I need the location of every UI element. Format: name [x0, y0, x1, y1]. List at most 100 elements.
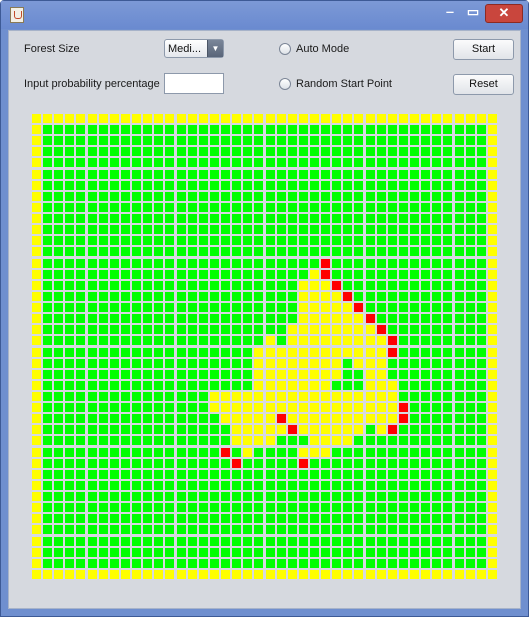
burnt-cell: [366, 348, 375, 357]
tree-cell: [299, 192, 308, 201]
tree-cell: [310, 192, 319, 201]
tree-cell: [310, 503, 319, 512]
tree-cell: [466, 359, 475, 368]
tree-cell: [266, 548, 275, 557]
tree-cell: [65, 436, 74, 445]
tree-cell: [477, 370, 486, 379]
reset-button[interactable]: Reset: [453, 74, 514, 95]
burnt-cell: [421, 570, 430, 579]
burning-cell: [354, 303, 363, 312]
tree-cell: [410, 348, 419, 357]
tree-cell: [188, 214, 197, 223]
tree-cell: [432, 236, 441, 245]
tree-cell: [121, 247, 130, 256]
tree-cell: [221, 381, 230, 390]
tree-cell: [410, 270, 419, 279]
burnt-cell: [232, 414, 241, 423]
tree-cell: [76, 559, 85, 568]
tree-cell: [199, 336, 208, 345]
tree-cell: [321, 192, 330, 201]
tree-cell: [76, 125, 85, 134]
tree-cell: [399, 492, 408, 501]
burnt-cell: [388, 381, 397, 390]
tree-cell: [43, 303, 52, 312]
tree-cell: [421, 548, 430, 557]
tree-cell: [466, 181, 475, 190]
title-bar[interactable]: ‒ ▭ ✕: [1, 1, 528, 29]
tree-cell: [299, 259, 308, 268]
tree-cell: [99, 370, 108, 379]
maximize-button[interactable]: ▭: [462, 3, 484, 23]
burnt-cell: [488, 359, 497, 368]
tree-cell: [43, 181, 52, 190]
tree-cell: [88, 336, 97, 345]
minimize-button[interactable]: ‒: [439, 3, 461, 23]
tree-cell: [143, 170, 152, 179]
start-button[interactable]: Start: [453, 39, 514, 60]
tree-cell: [288, 214, 297, 223]
tree-cell: [110, 247, 119, 256]
auto-mode-radio[interactable]: [279, 43, 291, 55]
tree-cell: [243, 181, 252, 190]
tree-cell: [288, 247, 297, 256]
tree-cell: [366, 470, 375, 479]
burnt-cell: [165, 114, 174, 123]
tree-cell: [188, 448, 197, 457]
tree-cell: [277, 503, 286, 512]
tree-cell: [210, 370, 219, 379]
tree-cell: [154, 359, 163, 368]
tree-cell: [288, 314, 297, 323]
tree-cell: [199, 392, 208, 401]
tree-cell: [254, 525, 263, 534]
tree-cell: [388, 548, 397, 557]
burnt-cell: [488, 147, 497, 156]
tree-cell: [366, 559, 375, 568]
java-app-icon: [10, 7, 24, 23]
probability-input[interactable]: [164, 73, 224, 94]
tree-cell: [188, 537, 197, 546]
tree-cell: [154, 214, 163, 223]
forest-size-dropdown[interactable]: Medi... ▼: [164, 39, 224, 58]
burnt-cell: [254, 114, 263, 123]
tree-cell: [110, 181, 119, 190]
burnt-cell: [488, 270, 497, 279]
tree-cell: [165, 403, 174, 412]
tree-cell: [88, 514, 97, 523]
tree-cell: [65, 259, 74, 268]
tree-cell: [243, 203, 252, 212]
tree-cell: [432, 537, 441, 546]
tree-cell: [99, 481, 108, 490]
tree-cell: [88, 303, 97, 312]
tree-cell: [466, 281, 475, 290]
burnt-cell: [277, 359, 286, 368]
tree-cell: [165, 158, 174, 167]
tree-cell: [343, 158, 352, 167]
tree-cell: [332, 481, 341, 490]
burnt-cell: [254, 436, 263, 445]
tree-cell: [88, 425, 97, 434]
chevron-down-icon[interactable]: ▼: [207, 40, 223, 57]
close-button[interactable]: ✕: [485, 4, 523, 23]
tree-cell: [154, 370, 163, 379]
tree-cell: [121, 359, 130, 368]
tree-cell: [88, 548, 97, 557]
tree-cell: [366, 281, 375, 290]
tree-cell: [243, 192, 252, 201]
burnt-cell: [399, 570, 408, 579]
tree-cell: [132, 436, 141, 445]
tree-cell: [266, 525, 275, 534]
burnt-cell: [232, 114, 241, 123]
tree-cell: [54, 514, 63, 523]
tree-cell: [76, 214, 85, 223]
burnt-cell: [310, 414, 319, 423]
burnt-cell: [32, 192, 41, 201]
tree-cell: [432, 459, 441, 468]
random-start-radio[interactable]: [279, 78, 291, 90]
tree-cell: [277, 514, 286, 523]
burnt-cell: [332, 348, 341, 357]
tree-cell: [266, 492, 275, 501]
tree-cell: [288, 470, 297, 479]
tree-cell: [254, 181, 263, 190]
tree-cell: [232, 370, 241, 379]
burnt-cell: [310, 359, 319, 368]
